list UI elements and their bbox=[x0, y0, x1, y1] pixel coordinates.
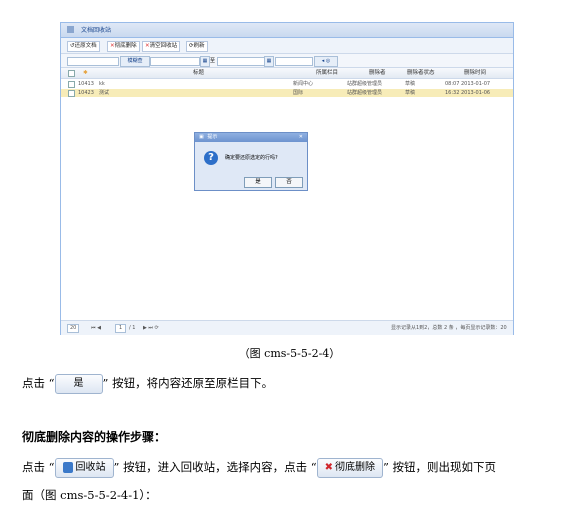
row-time: 16:32 2013-01-06 bbox=[445, 90, 491, 96]
dialog-titlebar: ▣ 提示 ✕ bbox=[195, 133, 307, 142]
yes-button-image: 是 bbox=[54, 374, 103, 394]
calendar-icon-2[interactable]: ▦ bbox=[264, 56, 274, 67]
yes-button[interactable]: 是 bbox=[244, 177, 272, 188]
go-button[interactable]: ◂ ◎ bbox=[314, 56, 338, 67]
col-channel: 所属栏目 bbox=[316, 70, 339, 76]
delete-button[interactable]: ✕彻底删除 bbox=[107, 41, 140, 52]
paragraph-1: 点击 “是” 按钮，将内容还原至原栏目下。 bbox=[22, 374, 273, 394]
pager: 20 ⏮ ◀ 1 / 1 ▶ ⏭ ⟳ 显示记录从1到2，总数 2 条 ，每页显示… bbox=[61, 320, 513, 335]
paragraph-3: 面（图 cms-5-5-2-4-1）： bbox=[22, 488, 157, 502]
delete-button-image: ✖ 彻底删除 bbox=[316, 458, 384, 478]
figure-caption: （图 cms-5-5-2-4） bbox=[238, 347, 341, 360]
window-titlebar: 文档回收站 bbox=[61, 23, 513, 38]
page-count: / 1 bbox=[129, 325, 136, 331]
page-size-select[interactable]: 20 bbox=[67, 324, 80, 333]
row-deleter: 站群超级管理员 bbox=[347, 90, 383, 96]
toolbar: ↺还原文档 ✕彻底删除 ✕清空回收站 ⟳刷新 bbox=[61, 38, 513, 54]
table-header: ✱ 标题 所属栏目 删除者 删除者状态 删除时间 bbox=[61, 68, 513, 79]
page-input[interactable]: 1 bbox=[115, 324, 127, 333]
confirm-dialog: ▣ 提示 ✕ ? 确定要还原选定的行吗? 是 否 bbox=[194, 132, 308, 191]
filter-bar: 模糊查 ▦ 至 ▦ ◂ ◎ bbox=[61, 54, 513, 68]
row-title[interactable]: 测试 bbox=[99, 89, 109, 97]
no-button[interactable]: 否 bbox=[275, 177, 303, 188]
date-from-input[interactable] bbox=[150, 57, 200, 66]
col-status: 删除者状态 bbox=[407, 70, 435, 76]
paragraph-2: 点击 “回收站” 按钮，进入回收站，选择内容，点击 “✖ 彻底删除” 按钮，则出现… bbox=[22, 458, 496, 478]
row-deleter: 站群超级管理员 bbox=[347, 81, 383, 87]
row-checkbox[interactable] bbox=[68, 90, 75, 97]
row-time: 08:07 2013-01-07 bbox=[445, 81, 491, 87]
dialog-title: 提示 bbox=[207, 134, 218, 140]
empty-bin-button[interactable]: ✕清空回收站 bbox=[142, 41, 181, 52]
row-channel: 新闻中心 bbox=[293, 81, 314, 87]
row-status: 草稿 bbox=[405, 81, 416, 87]
window-title: 文档回收站 bbox=[81, 27, 112, 34]
row-checkbox[interactable] bbox=[68, 81, 75, 88]
restore-button[interactable]: ↺还原文档 bbox=[67, 41, 100, 52]
question-icon: ? bbox=[204, 151, 218, 165]
to-label: 至 bbox=[210, 58, 216, 64]
col-deleter: 删除者 bbox=[369, 70, 386, 76]
calendar-icon[interactable]: ▦ bbox=[200, 56, 210, 67]
next-page-icon[interactable]: ▶ ⏭ ⟳ bbox=[143, 321, 159, 335]
delete-x-icon: ✖ bbox=[324, 462, 334, 473]
dialog-message: 确定要还原选定的行吗? bbox=[225, 155, 278, 161]
row-title[interactable]: kk bbox=[99, 80, 105, 88]
first-page-icon[interactable]: ⏮ ◀ bbox=[91, 321, 101, 335]
section-heading: 彻底删除内容的操作步骤： bbox=[22, 430, 167, 444]
date-to-input[interactable] bbox=[217, 57, 265, 66]
table-row[interactable]: 10413 kk 新闻中心 站群超级管理员 草稿 08:07 2013-01-0… bbox=[61, 80, 513, 88]
extra-input[interactable] bbox=[275, 57, 313, 66]
sort-icon: ✱ bbox=[83, 70, 88, 76]
pager-info: 显示记录从1到2，总数 2 条 ，每页显示记录数：20 bbox=[391, 325, 507, 331]
row-id: 10423 bbox=[78, 90, 94, 96]
recycle-icon bbox=[62, 461, 73, 473]
row-channel: 国际 bbox=[293, 90, 304, 96]
recycle-bin-button-image: 回收站 bbox=[54, 458, 114, 478]
row-id: 10413 bbox=[78, 81, 94, 87]
col-title: 标题 bbox=[193, 70, 205, 76]
home-icon bbox=[67, 26, 74, 33]
refresh-button[interactable]: ⟳刷新 bbox=[186, 41, 208, 52]
info-icon: ▣ bbox=[199, 134, 204, 140]
table-row-selected[interactable]: 10423 测试 国际 站群超级管理员 草稿 16:32 2013-01-06 bbox=[61, 89, 513, 97]
select-all-checkbox[interactable] bbox=[68, 70, 75, 77]
row-status: 草稿 bbox=[405, 90, 416, 96]
col-time: 删除时间 bbox=[464, 70, 487, 76]
close-icon[interactable]: ✕ bbox=[299, 133, 303, 142]
keyword-input[interactable] bbox=[67, 57, 119, 66]
search-button[interactable]: 模糊查 bbox=[120, 56, 150, 67]
